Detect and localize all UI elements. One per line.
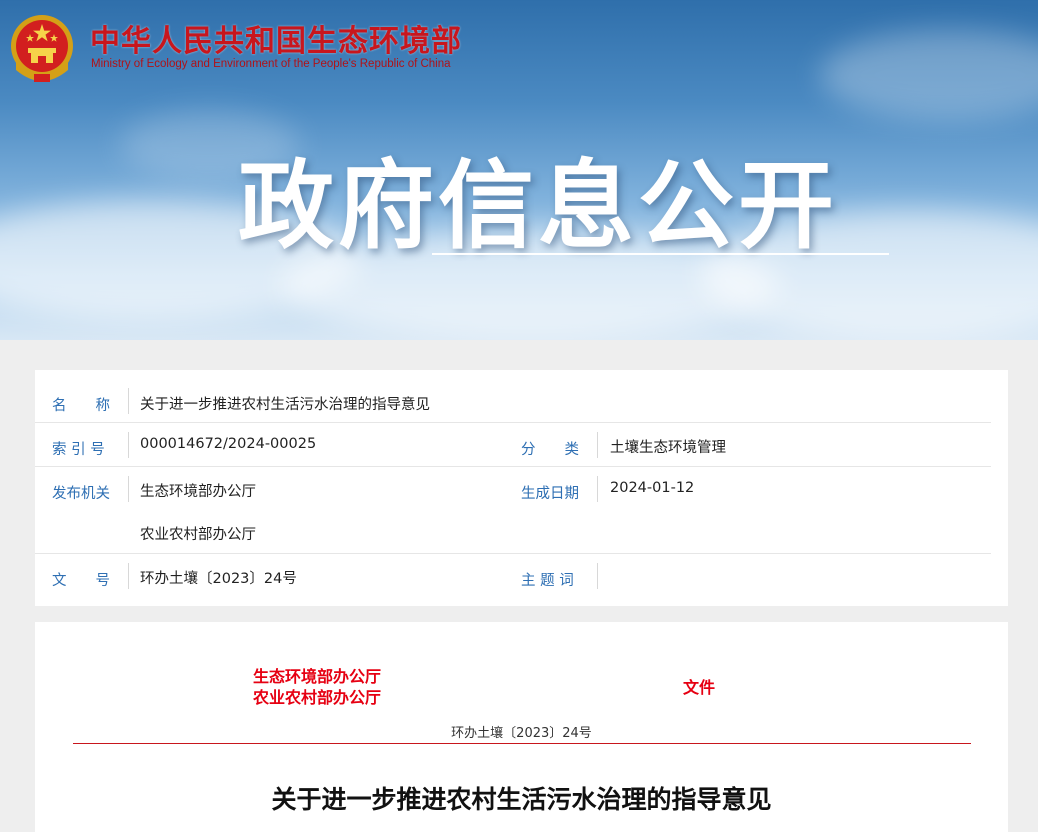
publisher-label: 发布机关: [52, 486, 110, 502]
site-name-cn[interactable]: 中华人民共和国生态环境部: [90, 16, 462, 60]
date-value: 2024-01-12: [610, 480, 695, 496]
publisher-value-2: 农业农村部办公厅: [140, 527, 256, 543]
document-body: 生态环境部办公厅 农业农村部办公厅 文件 环办土壤〔2023〕24号 关于进一步…: [35, 622, 1008, 832]
category-label: 分 类: [521, 442, 579, 458]
name-value: 关于进一步推进农村生活污水治理的指导意见: [140, 397, 430, 413]
header-banner: 中华人民共和国生态环境部 Ministry of Ecology and Env…: [0, 0, 1038, 340]
cloud-decoration: [820, 30, 1038, 120]
index-label: 索 引 号: [52, 442, 105, 458]
red-header-rule: [73, 743, 971, 744]
title-underline: [432, 253, 889, 255]
document-type-label: 文件: [683, 678, 716, 697]
label-divider: [128, 388, 129, 414]
docno-value: 环办土壤〔2023〕24号: [140, 571, 297, 587]
label-divider: [597, 432, 598, 458]
date-label: 生成日期: [521, 486, 579, 502]
subject-label: 主 题 词: [521, 573, 574, 589]
row-separator: [35, 422, 991, 423]
label-divider: [128, 476, 129, 502]
label-divider: [597, 476, 598, 502]
site-name-en[interactable]: Ministry of Ecology and Environment of t…: [91, 58, 451, 70]
document-title: 关于进一步推进农村生活污水治理的指导意见: [271, 785, 772, 814]
document-metadata-card: 名 称 关于进一步推进农村生活污水治理的指导意见 索 引 号 000014672…: [35, 370, 1008, 606]
label-divider: [597, 563, 598, 589]
label-divider: [128, 432, 129, 458]
publisher-value-1: 生态环境部办公厅: [140, 484, 256, 500]
name-label: 名 称: [52, 398, 110, 414]
label-divider: [128, 563, 129, 589]
index-value: 000014672/2024-00025: [140, 436, 317, 452]
national-emblem-icon[interactable]: [8, 12, 76, 84]
category-value: 土壤生态环境管理: [610, 440, 726, 456]
docno-label: 文 号: [52, 573, 110, 589]
document-number: 环办土壤〔2023〕24号: [451, 726, 592, 741]
row-separator: [35, 553, 991, 554]
banner-title: 政府信息公开: [238, 150, 838, 262]
row-separator: [35, 466, 991, 467]
issuer-name: 农业农村部办公厅: [253, 688, 382, 707]
